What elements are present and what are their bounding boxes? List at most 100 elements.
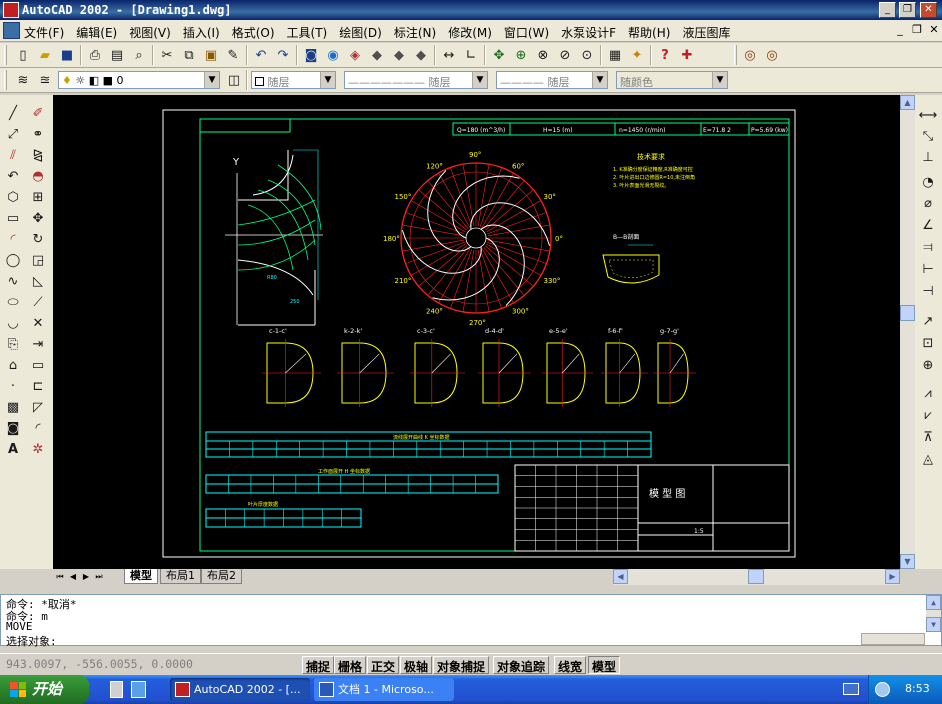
horizontal-scroll-thumb[interactable] (748, 569, 764, 584)
center-mark-icon[interactable]: ⊕ (918, 355, 938, 375)
start-button[interactable]: 开始 (0, 675, 89, 704)
today-icon[interactable]: ◈ (345, 45, 365, 65)
make-current-layer-icon[interactable]: ◫ (224, 70, 244, 90)
vertical-scroll-thumb[interactable] (900, 305, 915, 321)
arc-icon[interactable]: ◜ (3, 229, 23, 249)
title-bar[interactable]: AutoCAD 2002 - [Drawing1.dwg] _ ❐ ✕ (0, 0, 942, 20)
model-toggle[interactable]: 模型 (588, 656, 621, 674)
region-icon[interactable]: ◙ (3, 418, 23, 438)
quicklaunch-desktop-icon[interactable] (110, 681, 123, 698)
angular-dimension-icon[interactable]: ∠ (918, 215, 938, 235)
make-block-icon[interactable]: ⌂ (3, 355, 23, 375)
lengthen-icon[interactable]: ⟋ (28, 292, 48, 312)
hatch-icon[interactable]: ▩ (3, 397, 23, 417)
toolpalette-icon[interactable]: ✦ (627, 45, 647, 65)
pan-icon[interactable]: ✥ (489, 45, 509, 65)
command-hscrollbar[interactable] (861, 633, 925, 645)
task-autocad[interactable]: AutoCAD 2002 - [... (170, 678, 310, 701)
document-icon[interactable] (3, 22, 20, 39)
toolbar-grip[interactable] (4, 45, 7, 65)
undo-icon[interactable]: ↶ (251, 45, 271, 65)
zoom-extents-icon[interactable]: ⊙ (577, 45, 597, 65)
menu-insert[interactable]: 插入(I) (177, 23, 226, 40)
scroll-up-button[interactable]: ▲ (900, 95, 915, 110)
linetype-combo[interactable]: ——————— 随层 ▼ (344, 71, 488, 89)
command-scrollbar[interactable]: ▲ ▼ (926, 595, 941, 632)
paste-icon[interactable]: ▣ (201, 45, 221, 65)
multiline-icon[interactable]: ⫽ (3, 145, 23, 165)
color-combo[interactable]: 随层 ▼ (251, 71, 336, 89)
drawing-canvas[interactable]: Q=180 (m^3/h) H=15 (m) n=1450 (r/min) E=… (53, 95, 900, 569)
command-window[interactable]: 命令: *取消* 命令: m MOVE 选择对象: ▲ ▼ (0, 594, 942, 649)
design-center-icon[interactable]: ◆ (367, 45, 387, 65)
erase-icon[interactable]: ✐ (28, 103, 48, 123)
menu-modify[interactable]: 修改(M) (442, 23, 498, 40)
lineweight-combo[interactable]: ———— 随层 ▼ (496, 71, 608, 89)
doc-minimize-button[interactable]: _ (893, 23, 907, 37)
menu-file[interactable]: 文件(F) (24, 23, 70, 40)
tab-last-button[interactable]: ⏭ (93, 570, 105, 583)
zoom-realtime-icon[interactable]: ⊕ (511, 45, 531, 65)
hyperlink-icon[interactable]: ◙ (301, 45, 321, 65)
command-prompt[interactable]: 选择对象: (6, 633, 57, 649)
menu-edit[interactable]: 编辑(E) (70, 23, 123, 40)
tab-layout1[interactable]: 布局1 (160, 569, 201, 584)
menu-pump-design[interactable]: 水泵设计F (555, 23, 622, 40)
ellipse-icon[interactable]: ⬭ (3, 292, 23, 312)
add-icon[interactable]: ✚ (677, 45, 697, 65)
fillet-icon[interactable]: ◜ (28, 418, 48, 438)
scroll-right-button[interactable]: ▶ (885, 569, 900, 584)
point-icon[interactable]: · (3, 376, 23, 396)
web-icon[interactable]: ◉ (323, 45, 343, 65)
chevron-down-icon[interactable]: ▼ (712, 72, 727, 88)
toolbar-grip[interactable] (4, 70, 7, 90)
minimize-button[interactable]: _ (879, 2, 896, 18)
scroll-down-button[interactable]: ▼ (926, 617, 941, 632)
gear-icon[interactable]: ◎ (740, 45, 760, 65)
copy-object-icon[interactable]: ⚭ (28, 124, 48, 144)
plotstyle-combo[interactable]: 随颜色 ▼ (616, 71, 728, 89)
quick-dimension-icon[interactable]: ⫤ (918, 237, 938, 257)
explode-icon[interactable]: ✲ (28, 439, 48, 459)
polygon-icon[interactable]: ⬡ (3, 187, 23, 207)
extend-icon[interactable]: ⇥ (28, 334, 48, 354)
menu-help[interactable]: 帮助(H) (622, 23, 676, 40)
menu-format[interactable]: 格式(O) (226, 23, 281, 40)
diameter-dimension-icon[interactable]: ⌀ (918, 193, 938, 213)
new-file-icon[interactable]: ▯ (13, 45, 33, 65)
osnap-toggle[interactable]: 对象捕捉 (433, 656, 490, 674)
rotate-icon[interactable]: ↻ (28, 229, 48, 249)
scroll-up-button[interactable]: ▲ (926, 595, 941, 610)
mtext-icon[interactable]: A (3, 439, 23, 459)
chamfer-icon[interactable]: ◸ (28, 397, 48, 417)
keyboard-icon[interactable] (843, 683, 859, 695)
vertical-scrollbar[interactable]: ▲ ▼ (900, 95, 915, 569)
dimension-style-icon[interactable]: ◬ (918, 449, 938, 469)
aligned-dimension-icon[interactable]: ⤡ (918, 126, 938, 146)
chevron-down-icon[interactable]: ▼ (204, 72, 219, 88)
rectangle-icon[interactable]: ▭ (3, 208, 23, 228)
help-icon[interactable]: ? (655, 45, 675, 65)
chevron-down-icon[interactable]: ▼ (472, 72, 487, 88)
zoom-previous-icon[interactable]: ⊘ (555, 45, 575, 65)
print-icon[interactable]: ⎙ (85, 45, 105, 65)
autocad-app-icon[interactable] (3, 2, 19, 18)
menu-view[interactable]: 视图(V) (123, 23, 177, 40)
quicklaunch-ie-icon[interactable] (131, 681, 146, 698)
polyline-icon[interactable]: ↶ (3, 166, 23, 186)
settings-icon[interactable]: ◎ (762, 45, 782, 65)
tolerance-icon[interactable]: ⊡ (918, 333, 938, 353)
menu-hydraulic-library[interactable]: 液压图库 (676, 23, 736, 40)
dimension-text-edit-icon[interactable]: ⩗ (918, 405, 938, 425)
scroll-left-button[interactable]: ◀ (613, 569, 628, 584)
tab-layout2[interactable]: 布局2 (201, 569, 242, 584)
dimension-update-icon[interactable]: ⊼ (918, 427, 938, 447)
dimension-edit-icon[interactable]: ⩘ (918, 383, 938, 403)
drawing-area[interactable]: Q=180 (m^3/h) H=15 (m) n=1450 (r/min) E=… (53, 95, 900, 569)
insert-block-icon[interactable]: ⎘ (3, 334, 23, 354)
ucs-icon[interactable]: ∟ (461, 45, 481, 65)
baseline-dimension-icon[interactable]: ⊢ (918, 259, 938, 279)
layers-icon[interactable]: ≋ (13, 70, 33, 90)
maximize-button[interactable]: ❐ (899, 2, 916, 18)
print-preview-icon[interactable]: ▤ (107, 45, 127, 65)
